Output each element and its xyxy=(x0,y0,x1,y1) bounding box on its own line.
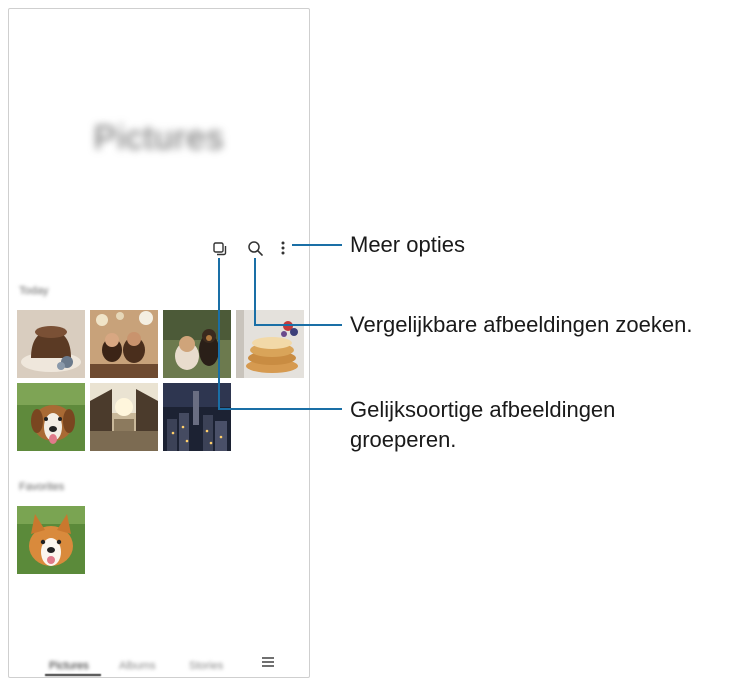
tab-stories[interactable]: Stories xyxy=(189,660,223,672)
section-label-today: Today xyxy=(19,285,49,297)
photo-thumbnail[interactable] xyxy=(163,383,231,451)
photo-thumbnail[interactable] xyxy=(163,310,231,378)
active-tab-indicator xyxy=(45,674,101,676)
callout-line-group-similar xyxy=(218,408,342,410)
callout-group-similar-line1: Gelijksoortige afbeeldingen xyxy=(350,397,616,422)
tab-pictures[interactable]: Pictures xyxy=(49,660,89,672)
photo-thumbnail[interactable] xyxy=(17,310,85,378)
group-similar-icon[interactable] xyxy=(212,241,228,262)
callout-line-search xyxy=(254,258,256,326)
photo-thumbnail[interactable] xyxy=(236,310,304,378)
callout-group-similar-line2: groeperen. xyxy=(350,427,457,452)
more-options-icon[interactable] xyxy=(280,240,286,261)
callout-line-search xyxy=(254,324,342,326)
photo-thumbnail[interactable] xyxy=(90,383,158,451)
section-label-favorites: Favorites xyxy=(19,481,65,493)
page-title: Pictures xyxy=(93,119,225,157)
callout-line-group-similar xyxy=(218,258,220,410)
phone-screen: Pictures Today Favorites Pictures Albums… xyxy=(8,8,310,678)
callout-more-options: Meer opties xyxy=(350,232,465,257)
menu-icon[interactable] xyxy=(261,655,275,674)
photo-thumbnail[interactable] xyxy=(90,310,158,378)
photo-thumbnail[interactable] xyxy=(17,506,85,574)
callout-search-similar: Vergelijkbare afbeeldingen zoeken. xyxy=(350,312,693,337)
tab-albums[interactable]: Albums xyxy=(119,660,156,672)
callout-line-more-options xyxy=(292,244,342,246)
photo-thumbnail[interactable] xyxy=(17,383,85,451)
